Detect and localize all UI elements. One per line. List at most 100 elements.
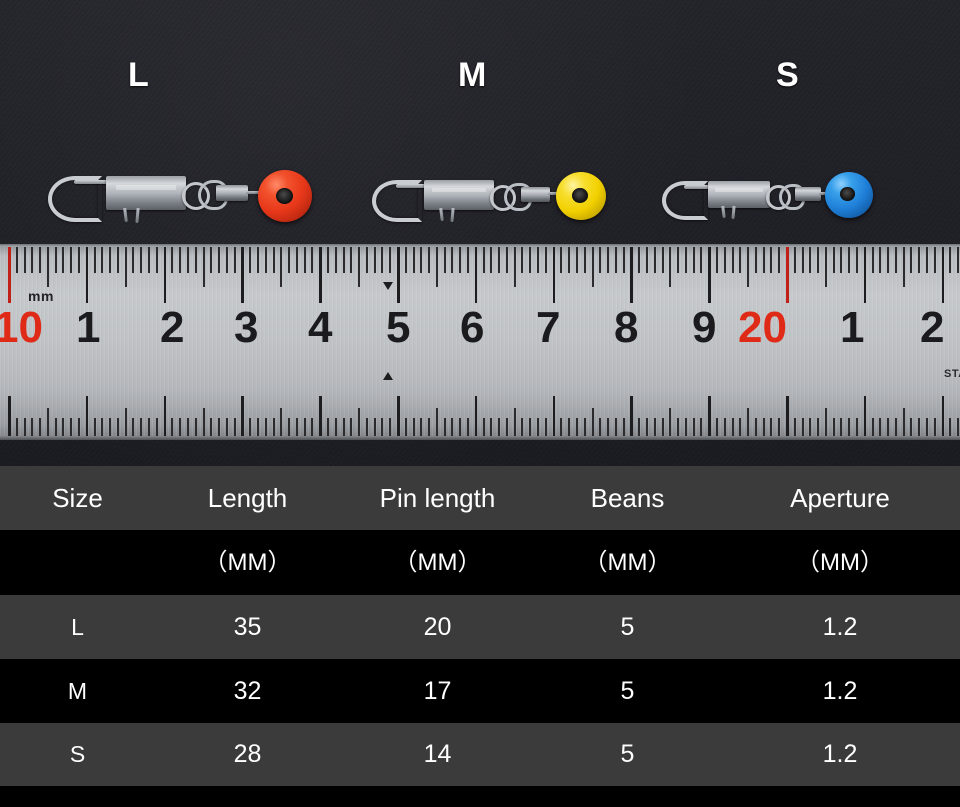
ruler-tick bbox=[622, 418, 625, 436]
ruler-tick bbox=[887, 418, 890, 436]
ruler-tick bbox=[700, 418, 703, 436]
ruler-tick bbox=[560, 247, 563, 273]
ruler-tick bbox=[8, 396, 11, 436]
ruler-tick bbox=[54, 247, 57, 273]
ruler-tick bbox=[311, 418, 314, 436]
spec-table: Size Length Pin length Beans Aperture （M… bbox=[0, 466, 960, 807]
ruler-tick bbox=[786, 247, 789, 303]
ruler-tick bbox=[871, 247, 874, 273]
ruler-tick bbox=[537, 247, 540, 273]
ruler-tick bbox=[957, 247, 960, 273]
unit-beans: （MM） bbox=[583, 548, 672, 576]
ruler-tick bbox=[661, 247, 664, 273]
ruler-tick bbox=[708, 396, 711, 436]
ruler-tick bbox=[140, 247, 143, 273]
ruler-tick bbox=[272, 247, 275, 273]
ruler-tick bbox=[482, 418, 485, 436]
ruler-tick bbox=[85, 396, 89, 436]
red-bead bbox=[258, 170, 312, 222]
ruler-tick bbox=[848, 418, 851, 436]
table-header-row: Size Length Pin length Beans Aperture bbox=[0, 466, 960, 530]
ruler-tick bbox=[879, 418, 882, 436]
ruler-tick bbox=[218, 418, 221, 436]
ruler-tick bbox=[926, 247, 929, 273]
row-m-pin-length: 17 bbox=[423, 676, 452, 705]
ruler-tick bbox=[677, 418, 680, 436]
ruler-tick bbox=[202, 408, 205, 436]
ruler-tick bbox=[599, 247, 602, 273]
blue-bead-hole bbox=[840, 187, 855, 201]
ruler-tick bbox=[809, 418, 812, 436]
ruler-tick bbox=[319, 396, 322, 436]
ruler-tick bbox=[31, 247, 34, 273]
ruler-tick bbox=[397, 396, 400, 436]
ruler-tick bbox=[459, 418, 462, 436]
ruler-tick bbox=[941, 247, 945, 303]
ruler-tick bbox=[467, 247, 470, 273]
table-units-row: （MM） （MM） （MM） （MM） bbox=[0, 530, 960, 595]
ruler-tick bbox=[163, 247, 167, 303]
header-length: Length bbox=[207, 483, 288, 513]
ruler-tick bbox=[778, 247, 781, 273]
ruler-tick bbox=[778, 418, 781, 436]
ruler-tick bbox=[739, 247, 742, 273]
ruler-tick bbox=[31, 418, 34, 436]
ruler-tick bbox=[949, 418, 952, 436]
ruler-tick bbox=[715, 247, 718, 273]
ruler-tick bbox=[404, 418, 407, 436]
ruler-tick bbox=[817, 247, 820, 273]
row-m-length: 32 bbox=[233, 676, 262, 705]
ruler-tick bbox=[762, 418, 765, 436]
row-m-size: M bbox=[67, 677, 88, 704]
ruler-tick bbox=[54, 418, 57, 436]
ruler-tick bbox=[443, 418, 446, 436]
header-beans: Beans bbox=[590, 483, 665, 513]
swivel-barrel-m bbox=[521, 187, 550, 202]
ruler-tick bbox=[817, 418, 820, 436]
ruler-top-edge bbox=[0, 244, 960, 247]
ruler-number-2: 2 bbox=[160, 303, 185, 352]
swivel-assembly-s bbox=[662, 172, 877, 228]
ruler-tick bbox=[186, 418, 189, 436]
row-m-aperture: 1.2 bbox=[822, 676, 858, 705]
ruler-tick bbox=[824, 408, 827, 436]
ruler-tick bbox=[607, 247, 610, 273]
row-l-pin-length: 20 bbox=[423, 612, 452, 641]
ruler-tick bbox=[272, 418, 275, 436]
ruler-tick bbox=[505, 247, 508, 273]
ruler-tick bbox=[529, 418, 532, 436]
ruler-tick bbox=[552, 396, 556, 436]
ruler-tick bbox=[568, 418, 571, 436]
ruler-tick bbox=[544, 247, 547, 273]
ruler-tick bbox=[412, 418, 415, 436]
row-l-size: L bbox=[71, 613, 84, 640]
ruler-tick bbox=[669, 408, 672, 436]
ruler-tick bbox=[575, 418, 578, 436]
yellow-bead-hole bbox=[572, 188, 588, 203]
ruler-tick bbox=[544, 418, 547, 436]
ruler-tick bbox=[591, 247, 594, 287]
ruler-tick bbox=[342, 418, 345, 436]
ruler-tick bbox=[521, 247, 524, 273]
ruler-tick bbox=[334, 247, 337, 273]
ruler-number-20: 20 bbox=[738, 303, 787, 352]
ruler-tick bbox=[638, 418, 641, 436]
ruler-tick bbox=[179, 247, 182, 273]
ruler-tick bbox=[949, 247, 952, 273]
ruler-tick bbox=[645, 418, 648, 436]
ruler-tick bbox=[435, 408, 438, 436]
ruler-tick bbox=[840, 418, 843, 436]
clip-prong-m-2 bbox=[450, 207, 455, 223]
ruler-tick bbox=[653, 418, 656, 436]
ruler-tick bbox=[723, 247, 726, 273]
ruler-tick bbox=[894, 418, 897, 436]
ruler-tick bbox=[700, 247, 703, 273]
ruler-tick bbox=[241, 247, 244, 303]
ruler-tick bbox=[420, 247, 423, 273]
ruler-tick bbox=[848, 247, 851, 273]
ruler-tick bbox=[467, 418, 470, 436]
ruler-tick bbox=[350, 418, 353, 436]
ruler-tick bbox=[140, 418, 143, 436]
ruler-tick bbox=[583, 247, 586, 273]
ruler-tick bbox=[490, 418, 493, 436]
